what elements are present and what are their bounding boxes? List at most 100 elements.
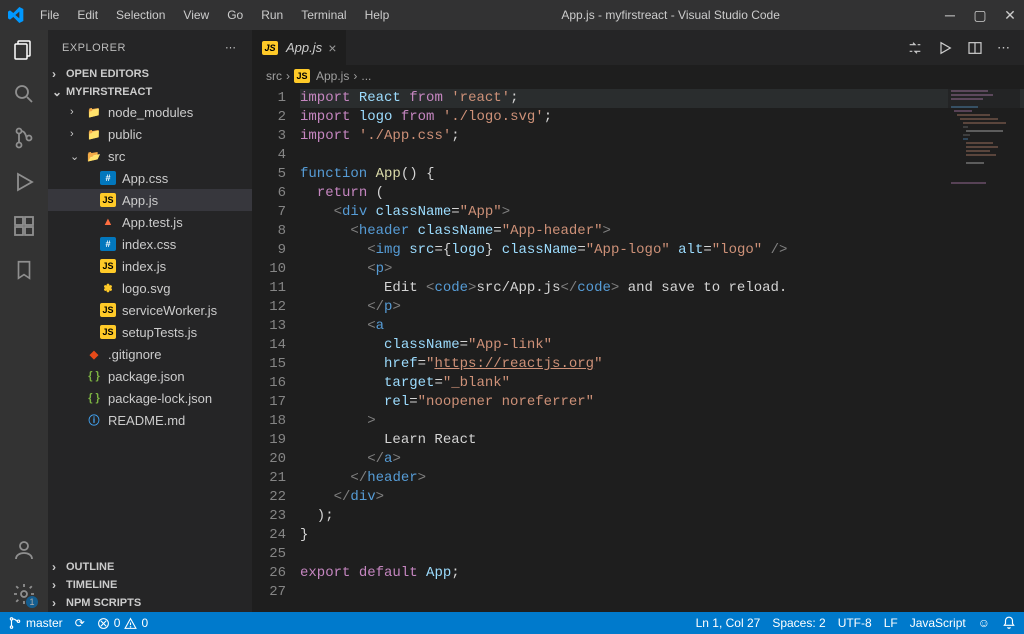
project-section[interactable]: ⌄ MYFIRSTREACT	[48, 83, 252, 101]
accounts-icon[interactable]	[12, 538, 36, 562]
chevron-right-icon: ›	[52, 596, 64, 610]
tree-item-label: package-lock.json	[108, 391, 212, 406]
tree-item-readme-md[interactable]: ⓘREADME.md	[48, 409, 252, 431]
menu-help[interactable]: Help	[357, 4, 398, 26]
explorer-header: EXPLORER ⋯	[48, 30, 252, 65]
tree-item-setuptests-js[interactable]: JSsetupTests.js	[48, 321, 252, 343]
title-bar: FileEditSelectionViewGoRunTerminalHelp A…	[0, 0, 1024, 30]
tree-item-label: logo.svg	[122, 281, 170, 296]
minimize-button[interactable]: ─	[944, 9, 956, 21]
notifications-icon[interactable]	[1002, 616, 1016, 630]
indentation-status[interactable]: Spaces: 2	[772, 616, 825, 630]
menu-edit[interactable]: Edit	[69, 4, 106, 26]
eol-status[interactable]: LF	[884, 616, 898, 630]
tree-item-index-css[interactable]: #index.css	[48, 233, 252, 255]
menu-go[interactable]: Go	[219, 4, 251, 26]
tree-item-serviceworker-js[interactable]: JS serviceWorker.js	[48, 299, 252, 321]
section-label: MYFIRSTREACT	[66, 86, 152, 98]
explorer-view-icon[interactable]	[12, 38, 36, 62]
git-branch-status[interactable]: master	[8, 616, 63, 630]
compare-changes-icon[interactable]	[907, 40, 923, 56]
section-label: NPM SCRIPTS	[66, 597, 141, 609]
editor-actions: ⋯	[895, 30, 1024, 65]
split-editor-icon[interactable]	[967, 40, 983, 56]
breadcrumb[interactable]: src›JSApp.js›...	[252, 65, 1024, 87]
window-controls: ─ ▢ ✕	[944, 9, 1016, 21]
timeline-section[interactable]: › TIMELINE	[48, 576, 252, 594]
folder-icon: 📁	[86, 105, 102, 119]
sync-status[interactable]: ⟳	[75, 616, 85, 630]
js-icon: JS	[100, 193, 116, 207]
source-control-view-icon[interactable]	[12, 126, 36, 150]
tree-item-label: App.test.js	[122, 215, 183, 230]
tree-item-label: .gitignore	[108, 347, 161, 362]
tree-item-app-test-js[interactable]: ▲App.test.js	[48, 211, 252, 233]
tree-item-node-modules[interactable]: ›📁node_modules	[48, 101, 252, 123]
maximize-button[interactable]: ▢	[974, 9, 986, 21]
tree-item--gitignore[interactable]: ◆ .gitignore	[48, 343, 252, 365]
menu-run[interactable]: Run	[253, 4, 291, 26]
breadcrumb-part[interactable]: App.js	[316, 69, 349, 83]
menu-view[interactable]: View	[175, 4, 217, 26]
js-icon: JS	[100, 303, 116, 317]
tree-item-app-js[interactable]: JSApp.js	[48, 189, 252, 211]
outline-section[interactable]: › OUTLINE	[48, 558, 252, 576]
run-debug-view-icon[interactable]	[12, 170, 36, 194]
breadcrumb-part[interactable]: src	[266, 69, 282, 83]
tree-item-index-js[interactable]: JSindex.js	[48, 255, 252, 277]
bookmarks-view-icon[interactable]	[12, 258, 36, 282]
errors-count: 0	[114, 616, 121, 630]
tree-item-label: index.js	[122, 259, 166, 274]
tree-item-logo-svg[interactable]: ✽ logo.svg	[48, 277, 252, 299]
tree-item-label: src	[108, 149, 125, 164]
language-mode-status[interactable]: JavaScript	[910, 616, 966, 630]
menu-selection[interactable]: Selection	[108, 4, 173, 26]
chevron-right-icon: ›	[52, 578, 64, 592]
tree-item-package-lock-json[interactable]: { }package-lock.json	[48, 387, 252, 409]
search-view-icon[interactable]	[12, 82, 36, 106]
status-bar: master ⟳ 0 0 Ln 1, Col 27 Spaces: 2 UTF-…	[0, 612, 1024, 634]
section-label: TIMELINE	[66, 579, 117, 591]
tree-item-app-css[interactable]: #App.css	[48, 167, 252, 189]
tree-item-src[interactable]: ⌄📂src	[48, 145, 252, 167]
tree-item-label: App.css	[122, 171, 168, 186]
explorer-sidebar: EXPLORER ⋯ › OPEN EDITORS ⌄ MYFIRSTREACT…	[48, 30, 252, 612]
chevron-down-icon: ⌄	[70, 150, 82, 163]
branch-name: master	[26, 616, 63, 630]
tree-item-public[interactable]: ›📁public	[48, 123, 252, 145]
menu-terminal[interactable]: Terminal	[293, 4, 354, 26]
chevron-right-icon: ›	[70, 128, 82, 140]
explorer-more-icon[interactable]: ⋯	[225, 41, 238, 54]
code-editor[interactable]: 1234567891011121314151617181920212223242…	[252, 87, 1024, 612]
chevron-right-icon: ›	[52, 560, 64, 574]
svg-icon: ✽	[100, 281, 116, 295]
code-lines[interactable]: import React from 'react';import logo fr…	[300, 87, 1024, 612]
file-tree: ›📁node_modules›📁public⌄📂src#App.cssJSApp…	[48, 101, 252, 558]
editor-more-icon[interactable]: ⋯	[997, 40, 1012, 56]
menu-file[interactable]: File	[32, 4, 67, 26]
window-title: App.js - myfirstreact - Visual Studio Co…	[397, 8, 944, 22]
settings-badge: 1	[26, 596, 38, 608]
chevron-right-icon: ›	[70, 106, 82, 118]
close-tab-icon[interactable]: ×	[328, 40, 336, 56]
problems-status[interactable]: 0 0	[97, 616, 148, 630]
cursor-position-status[interactable]: Ln 1, Col 27	[696, 616, 761, 630]
feedback-icon[interactable]: ☺	[978, 616, 990, 630]
npm-scripts-section[interactable]: › NPM SCRIPTS	[48, 594, 252, 612]
tree-item-label: serviceWorker.js	[122, 303, 217, 318]
extensions-view-icon[interactable]	[12, 214, 36, 238]
tree-item-label: package.json	[108, 369, 185, 384]
tab-app-js[interactable]: JS App.js ×	[252, 30, 347, 65]
encoding-status[interactable]: UTF-8	[838, 616, 872, 630]
run-code-icon[interactable]	[937, 40, 953, 56]
tab-bar: JS App.js × ⋯	[252, 30, 1024, 65]
settings-icon[interactable]: 1	[12, 582, 36, 606]
close-window-button[interactable]: ✕	[1004, 9, 1016, 21]
chevron-right-icon: ›	[286, 69, 290, 83]
open-editors-section[interactable]: › OPEN EDITORS	[48, 65, 252, 83]
tree-item-package-json[interactable]: { }package.json	[48, 365, 252, 387]
tree-item-label: public	[108, 127, 142, 142]
git-icon: ◆	[86, 347, 102, 361]
breadcrumb-part[interactable]: ...	[361, 69, 371, 83]
tab-label: App.js	[286, 40, 322, 55]
